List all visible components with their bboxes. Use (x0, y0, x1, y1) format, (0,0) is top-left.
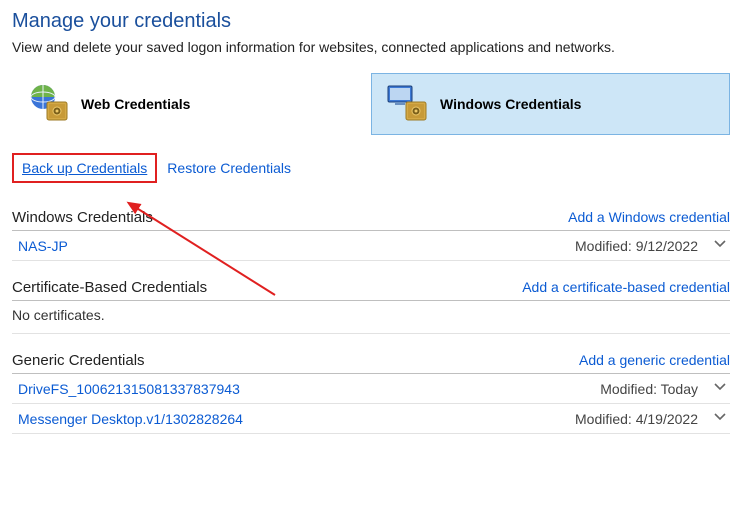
tab-web-label: Web Credentials (81, 96, 190, 112)
credential-name[interactable]: Messenger Desktop.v1/1302828264 (18, 411, 243, 427)
chevron-down-icon[interactable] (712, 237, 728, 254)
section-generic-credentials: Generic Credentials Add a generic creden… (12, 348, 730, 434)
backup-credentials-link[interactable]: Back up Credentials (12, 153, 157, 183)
globe-safe-icon (27, 84, 71, 124)
section-header: Certificate-Based Credentials Add a cert… (12, 275, 730, 301)
section-header: Windows Credentials Add a Windows creden… (12, 205, 730, 231)
add-generic-credential-link[interactable]: Add a generic credential (579, 352, 730, 368)
section-title: Windows Credentials (12, 209, 153, 226)
credential-tabs: Web Credentials Windows Credentials (12, 73, 730, 135)
add-cert-credential-link[interactable]: Add a certificate-based credential (522, 279, 730, 295)
add-windows-credential-link[interactable]: Add a Windows credential (568, 209, 730, 225)
section-windows-credentials: Windows Credentials Add a Windows creden… (12, 205, 730, 261)
tab-windows-label: Windows Credentials (440, 96, 581, 112)
section-header: Generic Credentials Add a generic creden… (12, 348, 730, 374)
credential-modified: Modified: Today (600, 381, 698, 397)
credential-row[interactable]: NAS-JP Modified: 9/12/2022 (12, 231, 730, 261)
section-cert-credentials: Certificate-Based Credentials Add a cert… (12, 275, 730, 334)
tab-web-credentials[interactable]: Web Credentials (12, 73, 371, 135)
chevron-down-icon[interactable] (712, 380, 728, 397)
section-title: Generic Credentials (12, 352, 145, 369)
page-title: Manage your credentials (12, 10, 730, 33)
credential-name[interactable]: NAS-JP (18, 238, 68, 254)
no-certificates-text: No certificates. (12, 301, 730, 334)
section-title: Certificate-Based Credentials (12, 279, 207, 296)
monitor-safe-icon (386, 84, 430, 124)
chevron-down-icon[interactable] (712, 410, 728, 427)
credential-name[interactable]: DriveFS_100621315081337837943 (18, 381, 240, 397)
tab-windows-credentials[interactable]: Windows Credentials (371, 73, 730, 135)
credential-row[interactable]: DriveFS_100621315081337837943 Modified: … (12, 374, 730, 404)
credential-modified: Modified: 4/19/2022 (575, 411, 698, 427)
action-links: Back up Credentials Restore Credentials (12, 153, 730, 183)
page-subtitle: View and delete your saved logon informa… (12, 39, 730, 55)
credential-modified: Modified: 9/12/2022 (575, 238, 698, 254)
credential-row[interactable]: Messenger Desktop.v1/1302828264 Modified… (12, 404, 730, 434)
restore-credentials-link[interactable]: Restore Credentials (167, 160, 291, 176)
